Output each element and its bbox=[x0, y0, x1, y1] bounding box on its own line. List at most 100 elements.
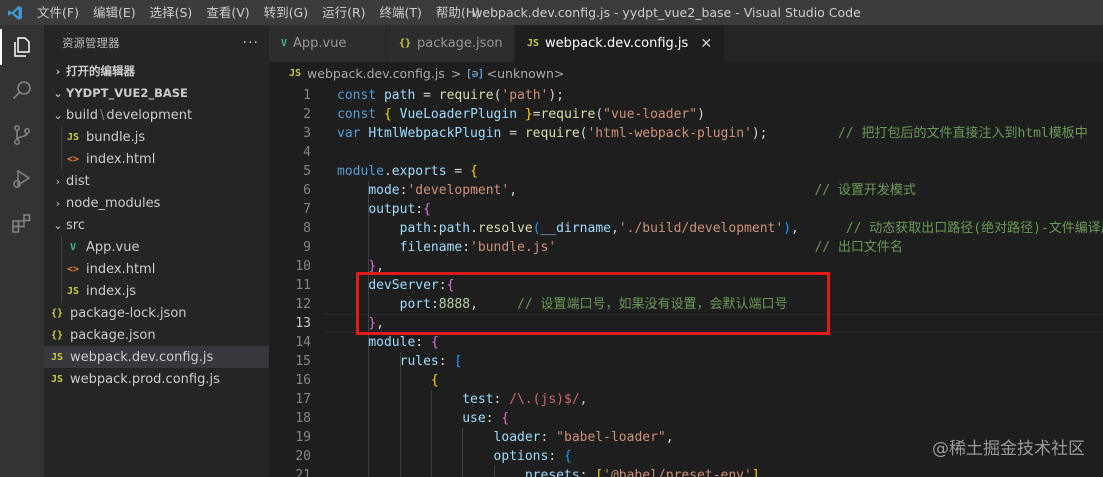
code-token: : bbox=[438, 354, 455, 369]
indent-guide bbox=[430, 390, 432, 477]
open-editors-section[interactable]: › 打开的编辑器 bbox=[44, 60, 269, 82]
activity-bar bbox=[0, 25, 44, 477]
line-number: 20 bbox=[295, 449, 311, 464]
search-icon[interactable] bbox=[0, 69, 44, 113]
line-number: 18 bbox=[295, 411, 311, 426]
code-token: 'bundle.js' bbox=[470, 240, 557, 255]
tab-webpack-dev-config-js[interactable]: JS webpack.dev.config.js ✕ bbox=[515, 25, 726, 62]
watermark: @稀土掘金技术社区 bbox=[932, 439, 1085, 459]
tree-item-label: src bbox=[66, 217, 85, 233]
code-token: loader bbox=[493, 430, 541, 445]
tree-item-label: node_modules bbox=[66, 195, 161, 211]
menu-item[interactable]: 文件(F) bbox=[30, 0, 86, 25]
tree-item-label: index.html bbox=[86, 261, 156, 277]
tree-item[interactable]: <> index.html bbox=[44, 258, 269, 280]
code-token: module bbox=[368, 335, 416, 350]
tree-item-label: dist bbox=[66, 173, 90, 189]
project-section[interactable]: ⌄ YYDPT_VUE2_BASE bbox=[44, 82, 269, 104]
files-icon[interactable] bbox=[0, 25, 44, 69]
tree-item[interactable]: › dist bbox=[44, 170, 269, 192]
code-token: // 把打包后的文件直接注入到html模板中 bbox=[837, 126, 1088, 141]
breadcrumb-file[interactable]: webpack.dev.config.js bbox=[307, 66, 445, 81]
js-file-icon: JS bbox=[50, 373, 64, 385]
code-line: 8 path:path.resolve(__dirname,'./build/d… bbox=[269, 219, 1103, 238]
menu-item[interactable]: 转到(G) bbox=[257, 0, 315, 25]
line-number: 16 bbox=[295, 373, 311, 388]
code-token: rules bbox=[399, 354, 439, 369]
html-file-icon: <> bbox=[66, 153, 80, 165]
code-token: './build/development' bbox=[618, 221, 784, 236]
file-tree: ⌄ build \ development JS bundle.js <> index.htm… bbox=[44, 104, 269, 390]
tree-item[interactable]: ⌄ build \ development bbox=[44, 104, 269, 126]
menu-item[interactable]: 查看(V) bbox=[199, 0, 256, 25]
code-token: [ bbox=[595, 468, 604, 477]
tree-item[interactable]: › node_modules bbox=[44, 192, 269, 214]
editor-tab-bar: V App.vue {} package.json JS webpack.dev.conf… bbox=[269, 25, 1103, 62]
code-token: = bbox=[415, 88, 439, 103]
code-token: , bbox=[579, 392, 588, 407]
code-token: : bbox=[415, 202, 424, 217]
tree-item[interactable]: {} package-lock.json bbox=[44, 302, 269, 324]
code-token: . bbox=[470, 221, 478, 236]
code-text: loader: "babel-loader", bbox=[337, 428, 674, 447]
code-token: { bbox=[430, 335, 439, 350]
highlight-box bbox=[356, 272, 830, 335]
code-token: 'development' bbox=[407, 183, 510, 198]
tree-item-label: build bbox=[66, 107, 98, 123]
tree-item[interactable]: {} package.json bbox=[44, 324, 269, 346]
code-token: // 动态获取出口路径(绝对路径)-文件编译后 bbox=[845, 221, 1103, 236]
source-control-icon[interactable] bbox=[0, 113, 44, 157]
code-text: module.exports = { bbox=[337, 162, 478, 181]
menu-item[interactable]: 编辑(E) bbox=[86, 0, 143, 25]
code-line: 21 presets: ['@babel/preset-env'], bbox=[269, 466, 1103, 477]
code-token: output bbox=[368, 202, 416, 217]
tree-item[interactable]: JS index.js bbox=[44, 280, 269, 302]
code-token: path bbox=[438, 221, 471, 236]
code-token: ] bbox=[751, 468, 760, 477]
code-token: ); bbox=[548, 88, 565, 103]
tree-item[interactable]: JS webpack.dev.config.js bbox=[44, 346, 269, 368]
code-token: test bbox=[462, 392, 494, 407]
menu-item[interactable]: 帮助(H) bbox=[429, 0, 487, 25]
extensions-icon[interactable] bbox=[0, 201, 44, 245]
code-token: path bbox=[399, 221, 431, 236]
code-token: filename bbox=[399, 240, 463, 255]
code-token: VueLoaderPlugin bbox=[399, 107, 525, 122]
menu-item[interactable]: 终端(T) bbox=[373, 0, 429, 25]
menu-item[interactable]: 运行(R) bbox=[315, 0, 372, 25]
code-line: 6 mode:'development', // 设置开发模式 bbox=[269, 181, 1103, 200]
more-actions-icon[interactable]: ··· bbox=[243, 35, 259, 51]
menu-item[interactable]: 选择(S) bbox=[143, 0, 200, 25]
tree-item-label: App.vue bbox=[86, 239, 140, 255]
tree-item[interactable]: JS webpack.prod.config.js bbox=[44, 368, 269, 390]
tree-item[interactable]: ⌄ src bbox=[44, 214, 269, 236]
code-token: require bbox=[540, 107, 596, 122]
tree-item[interactable]: JS bundle.js bbox=[44, 126, 269, 148]
code-token: , bbox=[509, 183, 815, 198]
symbol-variable-icon: [ə] bbox=[467, 66, 483, 80]
tree-item[interactable]: <> index.html bbox=[44, 148, 269, 170]
code-token: const bbox=[337, 88, 384, 103]
line-number: 19 bbox=[295, 430, 311, 445]
code-token: 'html-webpack-plugin' bbox=[587, 126, 752, 141]
tab-app-vue[interactable]: V App.vue bbox=[269, 25, 387, 62]
code-token: : bbox=[430, 221, 439, 236]
close-icon[interactable]: ✕ bbox=[700, 36, 712, 52]
code-text: output:{ bbox=[337, 200, 431, 219]
code-token: require bbox=[438, 88, 494, 103]
code-token: presets bbox=[524, 468, 580, 477]
tab-label: App.vue bbox=[293, 36, 347, 51]
line-number: 14 bbox=[295, 335, 311, 350]
code-token: /\.(js)$/ bbox=[509, 392, 580, 407]
project-label: YYDPT_VUE2_BASE bbox=[66, 86, 188, 100]
code-line: 18 use: { bbox=[269, 409, 1103, 428]
breadcrumb-symbol[interactable]: <unknown> bbox=[487, 66, 565, 81]
code-token: ) bbox=[697, 107, 705, 122]
tab-package-json[interactable]: {} package.json bbox=[387, 25, 515, 62]
code-token: // 出口文件名 bbox=[814, 240, 903, 255]
line-number: 8 bbox=[303, 221, 311, 236]
run-debug-icon[interactable] bbox=[0, 157, 44, 201]
tree-item[interactable]: V App.vue bbox=[44, 236, 269, 258]
